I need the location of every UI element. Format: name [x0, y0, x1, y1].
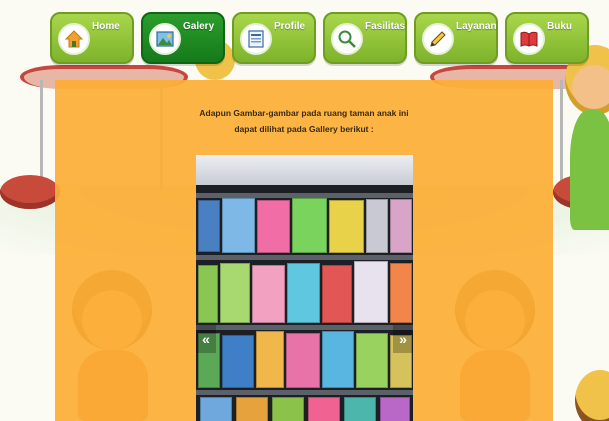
picture-icon	[149, 23, 181, 55]
gallery-slideshow[interactable]: « »	[196, 155, 413, 421]
book-cover	[390, 263, 412, 323]
nav-label-profile: Profile	[274, 21, 306, 32]
nav-item-profile[interactable]: Profile	[232, 12, 316, 64]
book-cover	[329, 200, 364, 253]
carousel-pole	[560, 80, 563, 190]
girl-illustration	[575, 370, 609, 421]
nav-item-layanan[interactable]: Layanan	[414, 12, 498, 64]
gallery-intro-text: Adapun Gambar-gambar pada ruang taman an…	[55, 105, 553, 137]
nav-label-galery: Galery	[183, 21, 215, 32]
gallery-next-button[interactable]: »	[393, 325, 413, 353]
book-cover	[356, 333, 388, 388]
book-cover	[287, 263, 320, 323]
book-cover	[322, 265, 352, 323]
nav-label-fasilitas: Fasilitas	[365, 21, 406, 32]
book-cover	[390, 199, 412, 253]
book-cover	[252, 265, 285, 323]
book-cover	[308, 397, 340, 421]
book-cover	[272, 397, 304, 421]
book-cover	[380, 397, 410, 421]
nav-label-layanan: Layanan	[456, 21, 497, 32]
main-navigation: Home Galery Profile Fasilitas Layanan Bu…	[50, 12, 589, 64]
magnifier-icon	[331, 23, 363, 55]
book-cover	[286, 333, 320, 388]
intro-line: dapat dilihat pada Gallery berikut :	[234, 124, 374, 134]
gallery-prev-button[interactable]: «	[196, 325, 216, 353]
book-cover	[354, 261, 388, 323]
book-cover	[256, 331, 284, 388]
document-icon	[240, 23, 272, 55]
nav-label-home: Home	[92, 21, 120, 32]
shelf-bar	[196, 255, 413, 260]
bookshelf	[196, 185, 413, 421]
girl-face	[572, 65, 609, 109]
intro-line: Adapun Gambar-gambar pada ruang taman an…	[199, 108, 409, 118]
book-cover	[257, 200, 290, 253]
book-cover	[200, 397, 232, 421]
carousel-base-left	[0, 175, 60, 209]
nav-item-fasilitas[interactable]: Fasilitas	[323, 12, 407, 64]
house-icon	[58, 23, 90, 55]
book-cover	[198, 265, 218, 323]
book-cover	[322, 331, 354, 388]
book-cover	[366, 199, 388, 253]
book-cover	[236, 397, 268, 421]
nav-item-galery[interactable]: Galery	[141, 12, 225, 64]
girl-body	[570, 110, 609, 230]
photo-ceiling	[196, 155, 413, 185]
shelf-bar	[196, 390, 413, 395]
pencil-icon	[422, 23, 454, 55]
carousel-pole	[40, 80, 43, 190]
nav-item-home[interactable]: Home	[50, 12, 134, 64]
book-cover	[222, 198, 255, 253]
content-panel: Adapun Gambar-gambar pada ruang taman an…	[55, 80, 553, 421]
nav-item-buku[interactable]: Buku	[505, 12, 589, 64]
shelf-bar	[196, 325, 413, 330]
nav-label-buku: Buku	[547, 21, 572, 32]
book-cover	[222, 335, 254, 388]
book-cover	[292, 198, 327, 253]
book-cover	[220, 263, 250, 323]
book-cover	[198, 200, 220, 252]
book-cover	[344, 397, 376, 421]
book-icon	[513, 23, 545, 55]
